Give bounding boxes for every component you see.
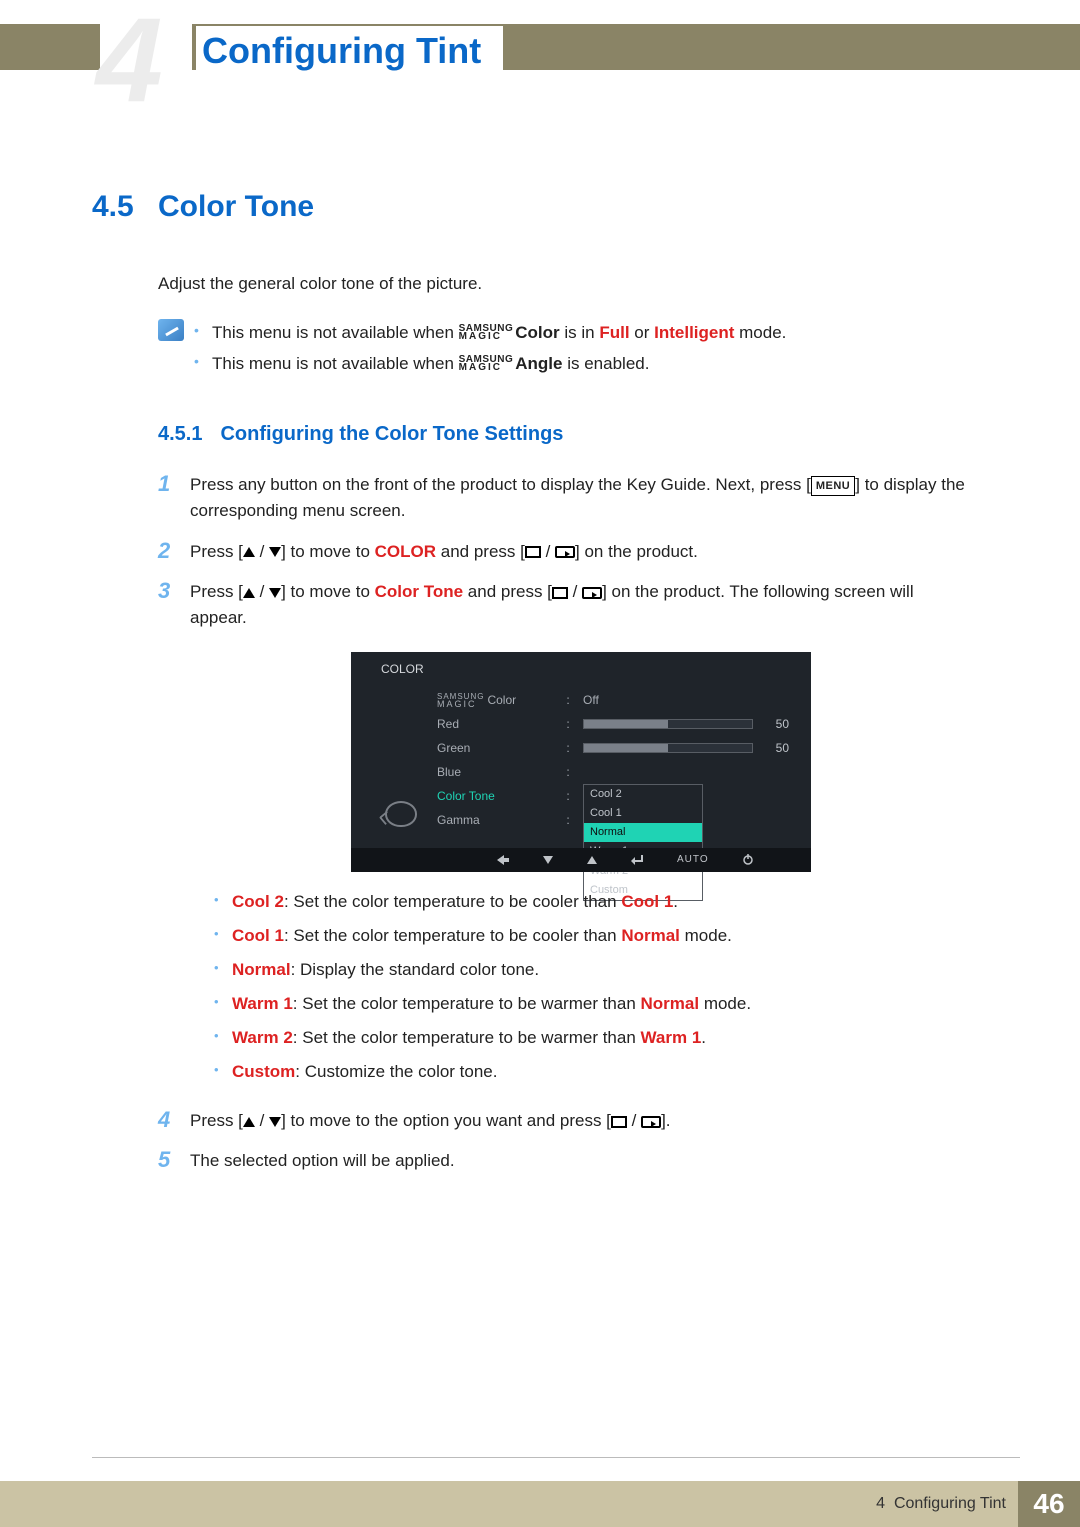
note-pencil-icon xyxy=(158,319,184,341)
bullet-warm1: Warm 1: Set the color temperature to be … xyxy=(212,990,972,1018)
footer-page-number: 46 xyxy=(1018,1481,1080,1527)
bullet-custom: Custom: Customize the color tone. xyxy=(212,1058,972,1086)
arrow-up-icon xyxy=(243,1117,255,1127)
arrow-down-icon xyxy=(269,547,281,557)
footer-chapter-number: 4 xyxy=(876,1495,885,1512)
step-2-text: Press [ / ] to move to COLOR and press [… xyxy=(190,539,972,565)
section-title: Color Tone xyxy=(158,190,314,224)
page-footer: 4 Configuring Tint 46 xyxy=(0,1481,1080,1527)
osd-title: COLOR xyxy=(351,660,811,679)
step-number-5: 5 xyxy=(158,1148,190,1174)
source-icon xyxy=(582,587,602,599)
note-block: This menu is not available when SAMSUNGM… xyxy=(158,319,972,381)
arrow-up-icon xyxy=(243,588,255,598)
source-icon xyxy=(641,1116,661,1128)
note-line-1: This menu is not available when SAMSUNGM… xyxy=(192,319,972,346)
step-5-text: The selected option will be applied. xyxy=(190,1148,972,1174)
osd-item-blue: Blue xyxy=(423,760,553,784)
footer-chapter-title: Configuring Tint xyxy=(894,1495,1006,1512)
step-3-text: Press [ / ] to move to Color Tone and pr… xyxy=(190,579,972,1094)
bullet-warm2: Warm 2: Set the color temperature to be … xyxy=(212,1024,972,1052)
step-1-text: Press any button on the front of the pro… xyxy=(190,472,972,525)
samsung-magic-tag: SAMSUNGMAGIC xyxy=(459,325,514,342)
osd-item-green: Green xyxy=(423,736,553,760)
palette-icon xyxy=(385,801,417,827)
nav-auto-label: AUTO xyxy=(677,852,709,868)
nav-enter-icon xyxy=(631,855,643,865)
display-icon xyxy=(611,1116,627,1128)
step-number-2: 2 xyxy=(158,539,190,565)
osd-value-green: 50 xyxy=(763,739,789,758)
arrow-down-icon xyxy=(269,1117,281,1127)
osd-item-magic-color: SAMSUNGMAGICColor xyxy=(423,688,553,712)
nav-up-icon xyxy=(587,856,597,864)
osd-value-red: 50 xyxy=(763,715,789,734)
arrow-down-icon xyxy=(269,588,281,598)
osd-screenshot: COLOR SAMSUNGMAGICColor Red Green Blue C… xyxy=(351,652,811,872)
osd-slider-red xyxy=(583,719,753,729)
display-icon xyxy=(552,587,568,599)
osd-nav-bar: AUTO xyxy=(351,848,811,872)
osd-item-red: Red xyxy=(423,712,553,736)
arrow-up-icon xyxy=(243,547,255,557)
step-number-3: 3 xyxy=(158,579,190,1094)
subsection-title: Configuring the Color Tone Settings xyxy=(220,423,563,446)
osd-value-magic-color: Off xyxy=(583,691,599,710)
subsection-number: 4.5.1 xyxy=(158,423,202,446)
bullet-cool1: Cool 1: Set the color temperature to be … xyxy=(212,922,972,950)
nav-back-icon xyxy=(497,855,509,865)
step-4-text: Press [ / ] to move to the option you wa… xyxy=(190,1108,972,1134)
source-icon xyxy=(555,546,575,558)
bullet-normal: Normal: Display the standard color tone. xyxy=(212,956,972,984)
menu-badge-icon: MENU xyxy=(811,476,855,496)
chapter-number-bg: 4 xyxy=(96,0,163,120)
note-line-2: This menu is not available when SAMSUNGM… xyxy=(192,350,972,377)
nav-down-icon xyxy=(543,856,553,864)
samsung-magic-tag: SAMSUNGMAGIC xyxy=(459,356,514,373)
osd-item-gamma: Gamma xyxy=(423,808,553,832)
bullet-cool2: Cool 2: Set the color temperature to be … xyxy=(212,888,972,916)
page-title: Configuring Tint xyxy=(196,26,503,76)
section-number: 4.5 xyxy=(92,190,158,224)
osd-slider-green xyxy=(583,743,753,753)
display-icon xyxy=(525,546,541,558)
step-number-4: 4 xyxy=(158,1108,190,1134)
osd-item-color-tone: Color Tone xyxy=(423,784,553,808)
osd-tone-list: Cool 2 Cool 1 Normal Warm 1 Warm 2 Custo… xyxy=(583,784,703,900)
step-number-1: 1 xyxy=(158,472,190,525)
section-intro: Adjust the general color tone of the pic… xyxy=(158,272,972,297)
nav-power-icon xyxy=(743,854,753,865)
